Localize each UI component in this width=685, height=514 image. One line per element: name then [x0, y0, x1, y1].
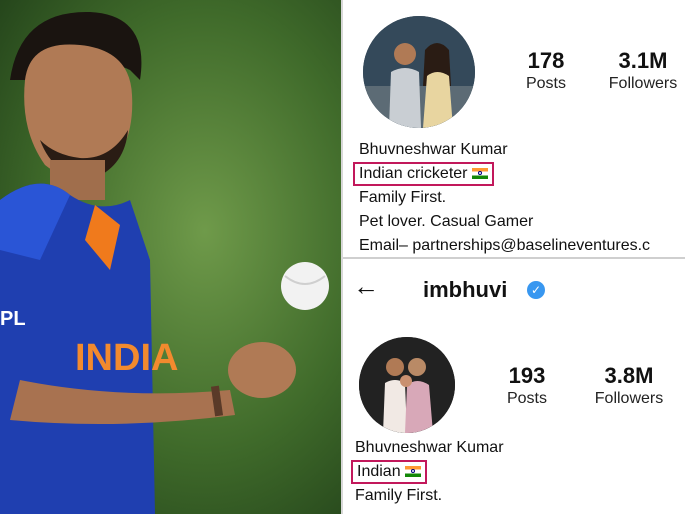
profile-avatar[interactable]: [363, 16, 475, 128]
bio-line-2: Family First.: [359, 189, 447, 206]
followers-count: 3.8M: [604, 363, 654, 388]
profile-name: Bhuvneshwar Kumar: [355, 439, 504, 456]
profile-old-panel: 178 Posts 3.1M Followers Bhuvneshwar Kum…: [343, 0, 685, 257]
profile-name: Bhuvneshwar Kumar: [359, 141, 508, 158]
couple-photo: [363, 16, 475, 128]
profile-avatar[interactable]: [359, 337, 455, 433]
arrow-left-icon[interactable]: ←: [353, 273, 379, 299]
jersey-text: INDIA: [75, 337, 178, 379]
bio-email-line[interactable]: Email– partnerships@baselineventures.c: [359, 234, 650, 257]
posts-stat[interactable]: 193 Posts: [497, 363, 557, 409]
followers-stat[interactable]: 3.8M Followers: [583, 363, 675, 409]
profile-bio: Bhuvneshwar Kumar Indian Family First.: [351, 436, 504, 508]
followers-label: Followers: [594, 390, 664, 407]
player-photo: INDIA PL: [0, 0, 341, 514]
posts-label: Posts: [525, 75, 566, 92]
followers-count: 3.1M: [618, 48, 668, 73]
followers-stat[interactable]: 3.1M Followers: [601, 48, 685, 94]
india-flag-icon: [471, 168, 488, 180]
family-photo: [359, 337, 455, 433]
profile-bio: Bhuvneshwar Kumar Indian cricketer Famil…: [353, 138, 650, 257]
posts-label: Posts: [506, 390, 547, 407]
india-flag-icon: [404, 466, 421, 478]
profile-header: ← imbhuvi ✓: [343, 259, 685, 311]
tagline-text: Indian cricketer: [359, 165, 468, 182]
highlighted-tagline: Indian: [351, 460, 427, 484]
verified-badge-icon: ✓: [527, 281, 545, 299]
posts-count: 193: [508, 363, 546, 388]
highlighted-tagline: Indian cricketer: [353, 162, 494, 186]
username: imbhuvi: [423, 277, 508, 302]
bio-line-3: Pet lover. Casual Gamer: [359, 213, 534, 230]
posts-stat[interactable]: 178 Posts: [513, 48, 579, 94]
player-illustration: INDIA PL: [0, 11, 329, 514]
profile-new-panel: ← imbhuvi ✓ 193 Posts 3.8M Followers Bhu…: [343, 259, 685, 514]
sponsor-text: PL: [0, 308, 26, 330]
bio-line-2: Family First.: [355, 487, 443, 504]
tagline-text: Indian: [357, 463, 401, 480]
posts-count: 178: [527, 48, 565, 73]
followers-label: Followers: [608, 75, 678, 92]
